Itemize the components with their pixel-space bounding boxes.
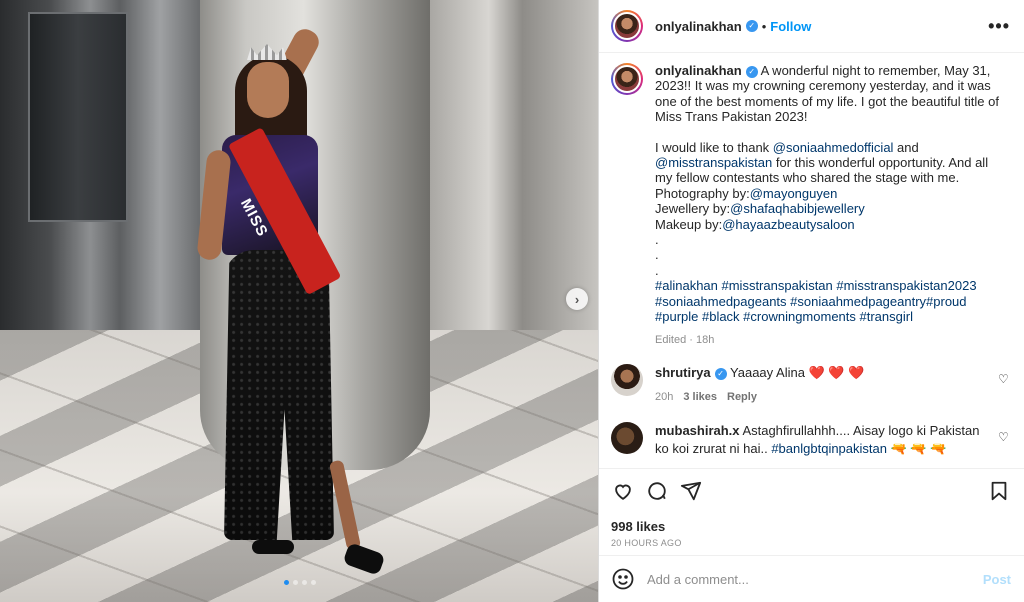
separator-dot: • (761, 18, 767, 34)
comment-body: shrutirya ✓ Yaaaay Alina ❤️ ❤️ ❤️ 20h 3 li… (655, 364, 985, 406)
avatar-image (613, 65, 641, 93)
carousel-dot (284, 580, 289, 585)
mention-link[interactable]: @soniaahmedofficial (773, 140, 894, 155)
dot-line: . (655, 232, 659, 248)
verified-badge-icon: ✓ (714, 367, 727, 380)
share-paper-plane-icon[interactable] (679, 479, 703, 503)
credit-label: Photography by: (655, 185, 750, 201)
mention-link[interactable]: @shafaqhabibjewellery (730, 201, 865, 216)
post-media[interactable]: MISS › (0, 0, 598, 602)
credit-label: Jewellery by: (655, 201, 731, 217)
reply-button[interactable]: Reply (727, 391, 757, 403)
comment-likes[interactable]: 3 likes (683, 391, 717, 403)
comment-emoji: ❤️ ❤️ ❤️ (808, 364, 865, 380)
commenter-avatar[interactable] (611, 421, 643, 454)
emoji-smile-icon[interactable] (611, 567, 635, 591)
likes-count[interactable]: 998 likes (611, 519, 1011, 534)
post-actions: 998 likes 20 HOURS AGO (599, 468, 1024, 548)
more-options-icon[interactable]: ••• (988, 16, 1010, 37)
hashtags[interactable]: #alinakhan #misstranspakistan #misstrans… (655, 278, 977, 324)
caption-username[interactable]: onlyalinakhan (655, 63, 742, 78)
like-heart-icon[interactable] (611, 479, 635, 503)
comment-emoji: 🔫 🔫 🔫 (886, 440, 947, 456)
verified-badge-icon: ✓ (745, 66, 758, 78)
carousel-dot (293, 580, 298, 585)
wall-right (430, 0, 598, 370)
post-side-panel: onlyalinakhan ✓ • Follow ••• onlyalinakh… (598, 0, 1024, 602)
carousel-dot (302, 580, 307, 585)
face (247, 62, 289, 118)
comment-composer: Post (599, 555, 1024, 602)
shoe-left (252, 540, 294, 554)
comment-like-heart-icon[interactable]: ♡ (998, 372, 1010, 386)
commenter-username[interactable]: mubashirah.x (655, 423, 740, 438)
comment-hashtag[interactable]: #banlgbtqinpakistan (771, 441, 887, 456)
caption-body: onlyalinakhan ✓ A wonderful night to reme… (655, 63, 1000, 348)
comment-bubble-icon[interactable] (645, 479, 669, 503)
comment-meta: 20h 3 likes Reply (655, 388, 985, 406)
follow-button[interactable]: Follow (770, 19, 811, 34)
post-comment-button[interactable]: Post (983, 572, 1011, 587)
comment-item: mubashirah.x Astaghfirullahhh.... Aisay … (611, 421, 1010, 458)
dot-line: . (655, 262, 659, 278)
black-dress (224, 250, 334, 540)
caption-avatar[interactable] (611, 63, 643, 95)
mention-link[interactable]: @mayonguyen (750, 186, 838, 201)
mention-link[interactable]: @hayaazbeautysaloon (722, 217, 854, 232)
comment-time: 20h (655, 390, 674, 403)
commenter-avatar[interactable] (611, 363, 643, 396)
verified-badge-icon: ✓ (745, 20, 758, 32)
author-avatar[interactable] (611, 10, 643, 42)
caption: onlyalinakhan ✓ A wonderful night to reme… (611, 63, 1010, 348)
add-comment-input[interactable] (647, 571, 983, 587)
thanks-and: and (893, 139, 919, 155)
dot-line: . (655, 247, 659, 263)
comment-body: mubashirah.x Astaghfirullahhh.... Aisay … (655, 422, 985, 458)
post-header: onlyalinakhan ✓ • Follow ••• (599, 0, 1024, 53)
carousel-next-button[interactable]: › (566, 288, 588, 310)
author-username[interactable]: onlyalinakhan (655, 19, 742, 34)
elevator-door (28, 12, 128, 222)
thanks-prefix: I would like to thank (655, 139, 773, 155)
credit-label: Makeup by: (655, 216, 723, 232)
comment-text: Yaaaay Alina (730, 364, 809, 380)
caption-meta: Edited · 18h (655, 333, 715, 346)
commenter-username[interactable]: shrutirya (655, 365, 711, 380)
avatar-image (613, 12, 641, 40)
action-icons-row (611, 479, 1011, 503)
comment-item: shrutirya ✓ Yaaaay Alina ❤️ ❤️ ❤️ 20h 3 li… (611, 363, 1010, 406)
comment-like-heart-icon[interactable]: ♡ (998, 430, 1010, 444)
post-timestamp: 20 HOURS AGO (611, 538, 682, 548)
carousel-dots (284, 580, 316, 585)
mention-link[interactable]: @misstranspakistan (655, 155, 772, 170)
bookmark-icon[interactable] (987, 479, 1011, 503)
carousel-dot (311, 580, 316, 585)
comments-area[interactable]: onlyalinakhan ✓ A wonderful night to reme… (599, 53, 1024, 468)
